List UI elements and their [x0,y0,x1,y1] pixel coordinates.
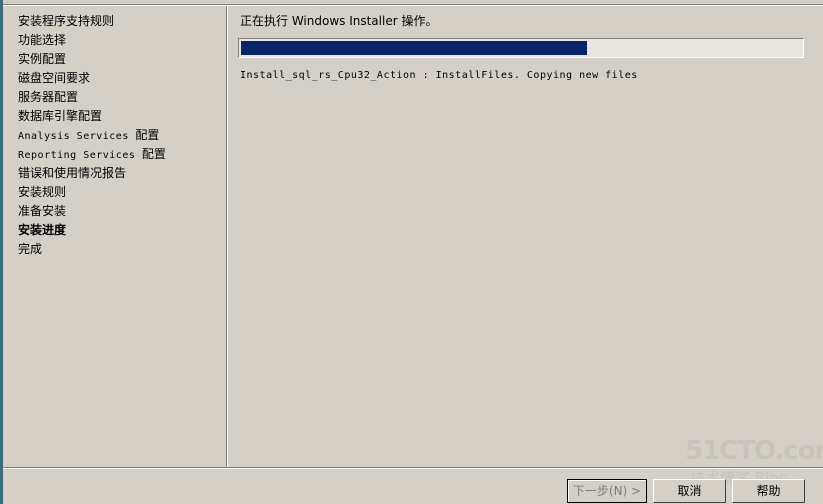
nav-item: 安装程序支持规则 [18,14,115,28]
status-text: 正在执行 Windows Installer 操作。 [240,14,438,28]
next-button[interactable]: 下一步(N) > [567,479,647,503]
nav-item: Reporting Services 配置 [18,147,166,161]
nav-item: 实例配置 [18,52,67,66]
step-navigation: 安装程序支持规则 功能选择实例配置磁盘空间要求 服务器配置数据库引擎配置 Analys… [3,6,226,467]
help-button[interactable]: 帮助 [732,479,805,503]
nav-item: 磁盘空间要求 [18,71,91,85]
progress-fill [241,41,587,55]
detail-text: Install_sql_rs_Cpu32_Action : InstallFil… [240,70,638,81]
divider [3,468,823,469]
nav-item: 数据库引擎配置 [18,109,103,123]
divider [227,6,228,467]
nav-item: Analysis Services 配置 [18,128,160,142]
cancel-button[interactable]: 取消 [653,479,726,503]
nav-item: 错误和使用情况报告 [18,166,127,180]
watermark-logo: 51CTO.com [685,436,823,466]
nav-item: 安装进度 [18,223,67,237]
nav-item: 准备安装 [18,204,67,218]
progress-bar [238,38,804,58]
nav-item: 功能选择 [18,33,67,47]
nav-item: 服务器配置 [18,90,79,104]
nav-item: 完成 [18,242,43,256]
nav-item: 安装规则 [18,185,67,199]
